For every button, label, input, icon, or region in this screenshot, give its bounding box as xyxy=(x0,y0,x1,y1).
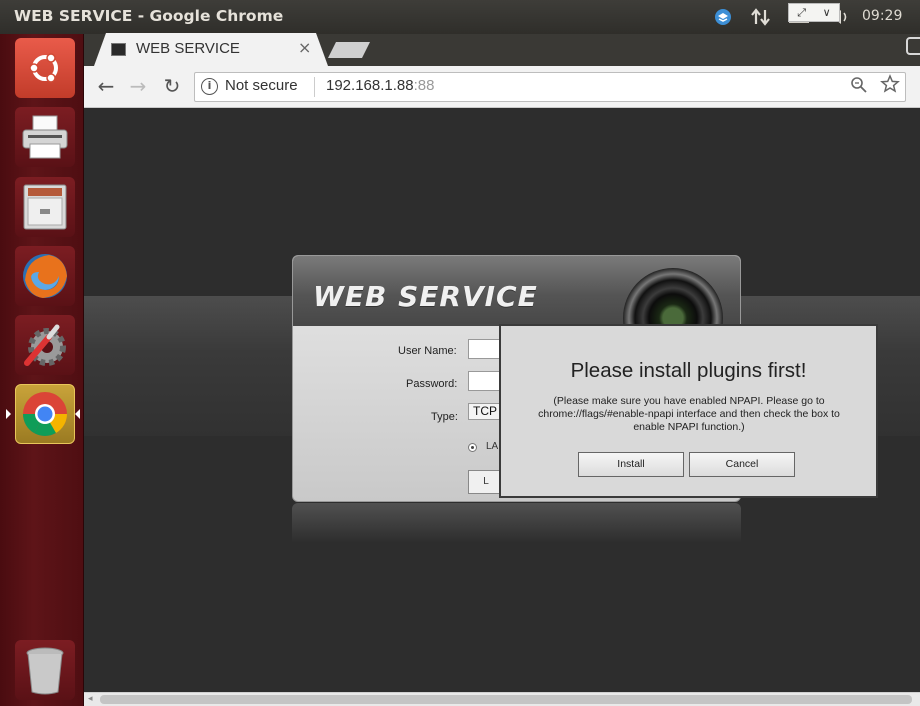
file-cabinet-icon xyxy=(23,184,67,230)
screen-overlay-controls[interactable]: ⤢ ∨ xyxy=(788,3,840,22)
username-label: User Name: xyxy=(398,345,457,357)
clock[interactable]: 09:29 xyxy=(862,8,902,24)
ubuntu-dash-button[interactable] xyxy=(15,38,75,98)
password-label: Password: xyxy=(406,378,458,390)
network-icon[interactable] xyxy=(750,0,772,34)
active-indicator-left xyxy=(6,409,11,419)
back-button[interactable]: ← xyxy=(94,74,118,98)
files-launcher-button[interactable] xyxy=(15,177,75,237)
chevron-down-icon[interactable]: ∨ xyxy=(823,6,831,19)
settings-gear-icon xyxy=(24,324,66,366)
address-bar[interactable] xyxy=(194,72,906,102)
desktop: WEB SERVICE - Google Chrome 09:29 ⤢ ∨ WE… xyxy=(0,0,920,706)
printer-icon xyxy=(22,115,68,159)
window-control-icon[interactable] xyxy=(906,37,920,55)
dropbox-icon[interactable] xyxy=(714,0,732,34)
firefox-icon xyxy=(23,254,67,298)
cancel-button[interactable]: Cancel xyxy=(689,452,795,477)
url-port: :88 xyxy=(413,77,435,94)
panel-reflection xyxy=(292,503,741,543)
favicon-icon xyxy=(111,43,126,56)
active-indicator-right xyxy=(75,409,80,419)
ubuntu-logo-icon xyxy=(29,53,58,83)
url-text[interactable]: 192.168.1.88:88 xyxy=(326,77,434,94)
type-label: Type: xyxy=(431,411,458,423)
dialog-message: (Please make sure you have enabled NPAPI… xyxy=(538,395,840,433)
scrollbar-thumb[interactable] xyxy=(100,695,912,704)
url-host: 192.168.1.88 xyxy=(326,77,414,94)
firefox-launcher-button[interactable] xyxy=(15,246,75,306)
login-header: WEB SERVICE xyxy=(293,256,740,368)
dialog-title: Please install plugins first! xyxy=(570,359,807,382)
forward-button[interactable]: → xyxy=(126,74,150,98)
close-tab-icon[interactable]: × xyxy=(298,38,311,57)
info-icon[interactable]: i xyxy=(201,78,218,95)
tab-title: WEB SERVICE xyxy=(136,40,240,57)
lan-label: LA xyxy=(486,441,499,452)
search-icon[interactable] xyxy=(850,76,868,98)
trash-launcher-button[interactable] xyxy=(15,640,75,700)
top-panel: WEB SERVICE - Google Chrome 09:29 ⤢ ∨ xyxy=(0,0,920,34)
login-header-title: WEB SERVICE xyxy=(313,280,538,313)
omnibox-divider xyxy=(314,77,315,97)
reload-button[interactable]: ↻ xyxy=(160,74,184,98)
security-status[interactable]: Not secure xyxy=(225,77,298,94)
trash-icon xyxy=(26,647,64,695)
install-button[interactable]: Install xyxy=(578,452,684,477)
star-icon[interactable] xyxy=(880,74,900,99)
system-settings-launcher-button[interactable] xyxy=(15,315,75,375)
scroll-left-icon[interactable]: ◂ xyxy=(88,694,93,704)
window-title: WEB SERVICE - Google Chrome xyxy=(14,7,284,25)
printer-launcher-button[interactable] xyxy=(15,107,75,167)
chrome-launcher-button[interactable] xyxy=(15,384,75,444)
lan-radio[interactable] xyxy=(468,443,477,452)
chrome-icon xyxy=(23,392,67,436)
expand-icon[interactable]: ⤢ xyxy=(797,6,806,20)
